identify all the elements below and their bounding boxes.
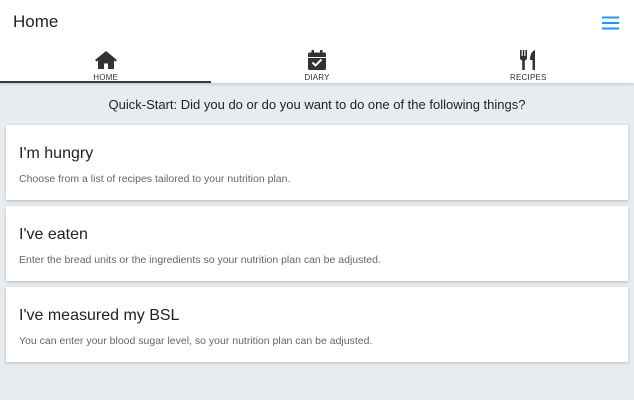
card-hungry[interactable]: I'm hungry Choose from a list of recipes… xyxy=(6,125,628,200)
home-icon xyxy=(94,49,118,71)
tab-diary-label: DIARY xyxy=(304,73,330,82)
card-title: I've eaten xyxy=(19,226,88,243)
card-title: I'm hungry xyxy=(19,145,94,162)
tab-home[interactable]: HOME xyxy=(0,44,212,83)
quickstart-prompt: Quick-Start: Did you do or do you want t… xyxy=(108,97,526,112)
top-bar: Home HOME DIARY RECIPES xyxy=(0,0,634,83)
card-description: Enter the bread units or the ingredients… xyxy=(19,254,381,266)
card-title: I've measured my BSL xyxy=(19,307,180,324)
card-description: Choose from a list of recipes tailored t… xyxy=(19,173,291,185)
tab-diary[interactable]: DIARY xyxy=(211,44,422,83)
tab-bar: HOME DIARY RECIPES xyxy=(0,44,634,83)
utensils-icon xyxy=(516,49,540,71)
app-root: Home HOME DIARY RECIPES Quick-Start: Did… xyxy=(0,0,634,400)
tab-home-label: HOME xyxy=(93,73,119,82)
calendar-check-icon xyxy=(305,49,329,71)
tab-recipes[interactable]: RECIPES xyxy=(423,44,634,83)
card-measured-bsl[interactable]: I've measured my BSL You can enter your … xyxy=(6,287,628,362)
card-eaten[interactable]: I've eaten Enter the bread units or the … xyxy=(6,206,628,281)
card-description: You can enter your blood sugar level, so… xyxy=(19,335,373,347)
page-title: Home xyxy=(13,12,59,31)
tab-recipes-label: RECIPES xyxy=(510,73,547,82)
menu-button[interactable] xyxy=(600,13,626,33)
hamburger-menu-icon xyxy=(602,16,619,30)
